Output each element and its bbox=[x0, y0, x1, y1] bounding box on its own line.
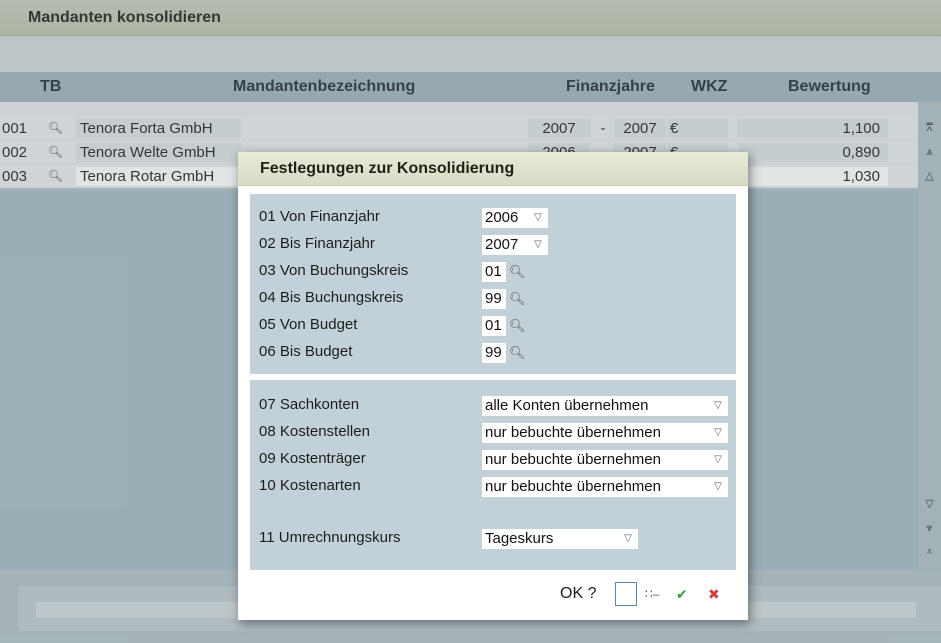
sachkonten-select[interactable]: alle Konten übernehmen ▽ bbox=[482, 396, 728, 416]
dialog-title-bar: Festlegungen zur Konsolidierung bbox=[238, 152, 748, 186]
x-icon[interactable]: ✖ bbox=[708, 584, 720, 604]
magnifier-icon[interactable]: 🔍︎ bbox=[509, 316, 526, 336]
dialog-footer: OK ? ∷‒ ✔ ✖ bbox=[238, 578, 748, 614]
field-label: 03 Von Buchungskreis bbox=[259, 262, 409, 279]
triangle-down-icon[interactable]: ▽ bbox=[529, 209, 547, 227]
option-label: 11 Umrechnungskurs bbox=[259, 529, 401, 546]
field-value: 2006 bbox=[485, 209, 519, 226]
triangle-down-icon[interactable]: ▽ bbox=[619, 530, 637, 548]
field-label: 05 Von Budget bbox=[259, 316, 358, 333]
field-value: 01 bbox=[485, 263, 502, 280]
field-value: 99 bbox=[485, 344, 502, 361]
umrechnungskurs-select[interactable]: Tageskurs ▽ bbox=[482, 529, 638, 549]
option-label: 07 Sachkonten bbox=[259, 396, 360, 413]
field-value: 01 bbox=[485, 317, 502, 334]
bis-finanzjahr-select[interactable]: 2007 ▽ bbox=[482, 235, 548, 255]
list-icon[interactable]: ∷‒ bbox=[645, 584, 659, 604]
option-value: nur bebuchte übernehmen bbox=[485, 451, 661, 468]
field-label: 06 Bis Budget bbox=[259, 343, 353, 360]
option-value: nur bebuchte übernehmen bbox=[485, 424, 661, 441]
magnifier-icon[interactable]: 🔍︎ bbox=[509, 289, 526, 309]
field-value: 99 bbox=[485, 290, 502, 307]
von-finanzjahr-select[interactable]: 2006 ▽ bbox=[482, 208, 548, 228]
kostentraeger-select[interactable]: nur bebuchte übernehmen ▽ bbox=[482, 450, 728, 470]
magnifier-icon[interactable]: 🔍︎ bbox=[509, 343, 526, 363]
kostenstellen-select[interactable]: nur bebuchte übernehmen ▽ bbox=[482, 423, 728, 443]
field-label: 02 Bis Finanzjahr bbox=[259, 235, 375, 252]
field-value: 2007 bbox=[485, 236, 519, 253]
triangle-down-icon[interactable]: ▽ bbox=[709, 451, 727, 469]
ok-label: OK ? bbox=[560, 585, 597, 602]
range-panel: 01 Von Finanzjahr 2006 ▽ 02 Bis Finanzja… bbox=[250, 194, 736, 374]
options-panel: 07 Sachkonten alle Konten übernehmen ▽ 0… bbox=[250, 380, 736, 570]
ok-input[interactable] bbox=[615, 582, 637, 606]
von-budget-input[interactable]: 01 bbox=[482, 316, 506, 336]
option-label: 10 Kostenarten bbox=[259, 477, 361, 494]
app-window: Mandanten konsolidieren TB Mandantenbeze… bbox=[0, 0, 941, 643]
option-value: alle Konten übernehmen bbox=[485, 397, 649, 414]
dialog-title: Festlegungen zur Konsolidierung bbox=[260, 160, 515, 177]
field-label: 01 Von Finanzjahr bbox=[259, 208, 380, 225]
option-label: 08 Kostenstellen bbox=[259, 423, 370, 440]
bis-buchungskreis-input[interactable]: 99 bbox=[482, 289, 506, 309]
check-icon[interactable]: ✔ bbox=[676, 584, 688, 604]
option-value: nur bebuchte übernehmen bbox=[485, 478, 661, 495]
kostenarten-select[interactable]: nur bebuchte übernehmen ▽ bbox=[482, 477, 728, 497]
triangle-down-icon[interactable]: ▽ bbox=[709, 424, 727, 442]
triangle-down-icon[interactable]: ▽ bbox=[709, 397, 727, 415]
triangle-down-icon[interactable]: ▽ bbox=[709, 478, 727, 496]
konsolidierung-dialog: Festlegungen zur Konsolidierung 01 Von F… bbox=[238, 152, 748, 620]
option-value: Tageskurs bbox=[485, 530, 554, 547]
triangle-down-icon[interactable]: ▽ bbox=[529, 236, 547, 254]
option-label: 09 Kostenträger bbox=[259, 450, 366, 467]
field-label: 04 Bis Buchungskreis bbox=[259, 289, 404, 306]
bis-budget-input[interactable]: 99 bbox=[482, 343, 506, 363]
von-buchungskreis-input[interactable]: 01 bbox=[482, 262, 506, 282]
magnifier-icon[interactable]: 🔍︎ bbox=[509, 262, 526, 282]
